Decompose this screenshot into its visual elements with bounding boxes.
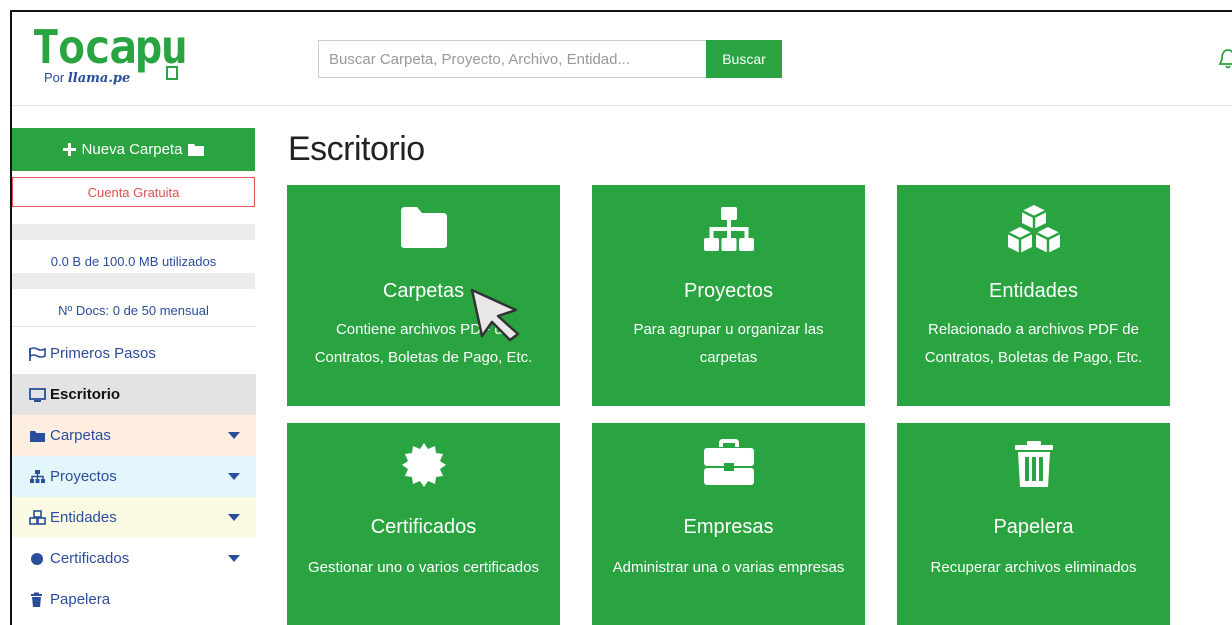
logo-by: Por <box>44 70 65 85</box>
search-button[interactable]: Buscar <box>706 40 782 78</box>
account-type-badge[interactable]: Cuenta Gratuita <box>12 177 255 207</box>
briefcase-icon <box>703 439 754 485</box>
folder-icon <box>400 207 447 248</box>
tile-title: Entidades <box>989 280 1078 302</box>
plus-icon <box>62 143 76 156</box>
tile-title: Certificados <box>370 516 477 538</box>
trash-icon <box>1014 441 1053 487</box>
tile-certificados[interactable]: Certificados Gestionar uno o varios cert… <box>287 423 560 625</box>
logo-brand: llama.pe <box>67 71 131 86</box>
sidebar-item-label: Certificados <box>50 550 130 567</box>
tile-description: Administrar una o varias empresas <box>612 559 845 576</box>
top-header: Tocapu Por llama.pe Buscar <box>12 12 1232 106</box>
sitemap-icon <box>30 469 45 483</box>
sidebar-item-certificados[interactable]: Certificados <box>12 538 256 579</box>
search-input[interactable] <box>318 40 706 78</box>
sidebar-item-label: Carpetas <box>50 427 111 444</box>
app-logo[interactable]: Tocapu Por llama.pe <box>32 20 188 90</box>
sidebar-item-label: Primeros Pasos <box>50 345 156 362</box>
sidebar-item-proyectos[interactable]: Proyectos <box>12 456 256 497</box>
cubes-icon <box>1006 205 1061 253</box>
storage-usage-text: 0.0 B de 100.0 MB utilizados <box>50 254 217 269</box>
logo-name: Tocapu <box>32 20 188 74</box>
tile-title: Papelera <box>993 516 1074 538</box>
tile-description: Recuperar archivos eliminados <box>930 559 1137 576</box>
desktop-icon <box>29 387 46 402</box>
tile-proyectos[interactable]: Proyectos Para agrupar u organizar las c… <box>592 185 865 406</box>
sidebar-item-label: Proyectos <box>50 468 117 485</box>
tile-papelera[interactable]: Papelera Recuperar archivos eliminados <box>897 423 1170 625</box>
docs-usage-text: Nº Docs: 0 de 50 mensual <box>58 303 209 318</box>
logo-byline: Por llama.pe <box>44 70 130 86</box>
tile-description: Relacionado a archivos PDF de Contratos,… <box>924 321 1143 366</box>
folder-icon <box>188 144 205 156</box>
sidebar: Nueva Carpeta Cuenta Gratuita 0.0 B de 1… <box>12 108 256 625</box>
sitemap-icon <box>703 207 754 251</box>
chevron-down-icon[interactable] <box>228 514 240 521</box>
bell-icon[interactable] <box>1218 48 1232 70</box>
sidebar-item-primeros-pasos[interactable]: Primeros Pasos <box>12 333 256 374</box>
sidebar-item-label: Escritorio <box>50 386 121 403</box>
trash-icon <box>31 592 42 607</box>
cubes-icon <box>29 509 46 525</box>
sidebar-item-label: Papelera <box>50 591 111 608</box>
chevron-down-icon[interactable] <box>228 473 240 480</box>
page-title: Escritorio <box>288 130 425 168</box>
tile-empresas[interactable]: Empresas Administrar una o varias empres… <box>592 423 865 625</box>
sidebar-item-papelera[interactable]: Papelera <box>12 579 256 620</box>
tile-description: Gestionar uno o varios certificados <box>308 559 539 576</box>
mouse-cursor-icon <box>470 288 520 342</box>
docs-progress-bar <box>12 273 255 289</box>
tile-title: Proyectos <box>684 280 773 302</box>
chevron-down-icon[interactable] <box>228 432 240 439</box>
sidebar-item-label: Entidades <box>50 509 117 526</box>
tile-entidades[interactable]: Entidades Relacionado a archivos PDF de … <box>897 185 1170 406</box>
sidebar-item-entidades[interactable]: Entidades <box>12 497 256 538</box>
storage-progress-bar <box>12 224 255 240</box>
certificate-icon <box>31 552 43 565</box>
divider <box>12 326 256 327</box>
folder-icon <box>30 430 45 442</box>
sidebar-item-escritorio[interactable]: Escritorio <box>12 374 256 415</box>
new-folder-button[interactable]: Nueva Carpeta <box>12 128 255 171</box>
certificate-icon <box>401 443 446 487</box>
flag-icon <box>29 346 46 361</box>
new-folder-label: Nueva Carpeta <box>81 141 183 158</box>
tile-description: Para agrupar u organizar las carpetas <box>633 321 824 366</box>
sidebar-item-carpetas[interactable]: Carpetas <box>12 415 256 456</box>
logo-mark-icon <box>166 66 178 80</box>
tile-title: Empresas <box>683 516 774 538</box>
chevron-down-icon[interactable] <box>228 555 240 562</box>
